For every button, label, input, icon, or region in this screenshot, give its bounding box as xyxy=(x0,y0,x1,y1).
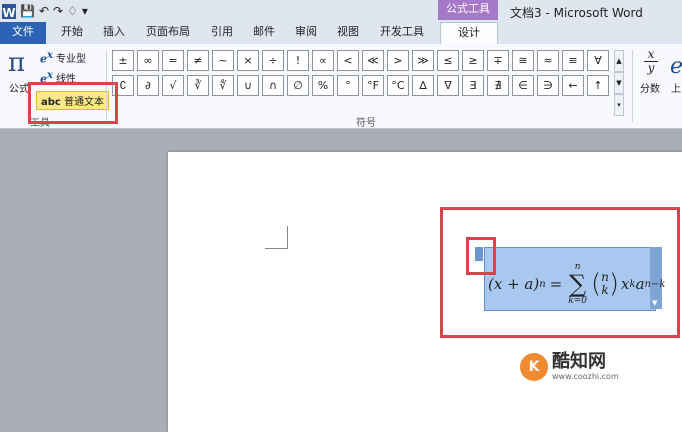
script-icon[interactable]: e xyxy=(670,54,682,79)
symbol-button[interactable]: ≫ xyxy=(412,50,434,71)
tab-file[interactable]: 文件 xyxy=(0,22,46,44)
customize-qat-icon[interactable]: ▾ xyxy=(82,2,88,20)
symbols-gallery: ± ∞ = ≠ ~ × ÷! ∝ < ≪ > ≫ ≤ ≥ ∓ ≅ ≈ ≡ ∀ ∁ ∂ √ ∛ ∜ ∪ ∩ ∅% ° °F °C ∆ ∇ ∃ ∄ ∈ ∋… xyxy=(112,50,634,97)
symbol-button[interactable]: ∪ xyxy=(237,75,259,96)
document-title: 文档3 - Microsoft Word xyxy=(510,6,643,20)
symbol-button[interactable]: ∓ xyxy=(487,50,509,71)
tab-view[interactable]: 视图 xyxy=(332,22,364,44)
highlight-normal-text xyxy=(28,82,118,124)
symbol-button[interactable]: × xyxy=(237,50,259,71)
margin-corner-mark xyxy=(265,226,288,249)
save-icon[interactable]: 💾 xyxy=(20,2,35,20)
professional-format-icon: ex xyxy=(40,50,53,66)
symbol-button[interactable]: ≤ xyxy=(437,50,459,71)
fraction-numerator: x xyxy=(647,47,655,61)
symbol-button[interactable]: ∩ xyxy=(262,75,284,96)
symbol-button[interactable]: °F xyxy=(362,75,384,96)
symbol-button[interactable]: ← xyxy=(562,75,584,96)
tab-references[interactable]: 引用 xyxy=(206,22,238,44)
professional-button[interactable]: ex 专业型 xyxy=(40,50,86,66)
symbol-button[interactable]: °C xyxy=(387,75,409,96)
ribbon-tabs: 文件 开始 插入 页面布局 引用 邮件 审阅 视图 开发工具 设计 xyxy=(0,22,682,46)
fraction-label[interactable]: 分数 xyxy=(640,80,660,95)
watermark-title: 酷知网 xyxy=(552,351,606,372)
symbol-button[interactable]: ∅ xyxy=(287,75,309,96)
context-tab-equation-tools: 公式工具 xyxy=(438,0,498,20)
gallery-more-icon[interactable]: ▾ xyxy=(614,94,624,116)
tab-home[interactable]: 开始 xyxy=(56,22,88,44)
symbol-button[interactable]: = xyxy=(162,50,184,71)
symbol-button[interactable]: ≈ xyxy=(537,50,559,71)
symbol-button[interactable]: ∂ xyxy=(137,75,159,96)
professional-label: 专业型 xyxy=(55,54,86,66)
group-divider xyxy=(632,50,633,122)
symbols-group-label: 符号 xyxy=(356,118,376,129)
symbol-button[interactable]: ∞ xyxy=(137,50,159,71)
title-bar: W 💾 ↶ ↷ ♢ ▾ 公式工具 文档3 - Microsoft Word xyxy=(0,0,682,22)
symbol-button[interactable]: ~ xyxy=(212,50,234,71)
symbol-button[interactable]: > xyxy=(387,50,409,71)
symbol-button[interactable]: ∆ xyxy=(412,75,434,96)
symbol-button[interactable]: ∝ xyxy=(312,50,334,71)
tab-review[interactable]: 审阅 xyxy=(290,22,322,44)
word-logo-icon[interactable]: W xyxy=(2,3,16,20)
symbol-button[interactable]: ° xyxy=(337,75,359,96)
format-painter-icon[interactable]: ♢ xyxy=(67,2,78,20)
tab-design[interactable]: 设计 xyxy=(440,22,498,46)
highlight-handle xyxy=(466,237,496,275)
redo-icon[interactable]: ↷ xyxy=(53,2,63,20)
symbol-button[interactable]: ! xyxy=(287,50,309,71)
symbol-button[interactable]: ≡ xyxy=(562,50,584,71)
symbol-button[interactable]: ∈ xyxy=(512,75,534,96)
symbol-button[interactable]: % xyxy=(312,75,334,96)
script-label[interactable]: 上 xyxy=(671,80,681,95)
fraction-icon[interactable]: x y xyxy=(644,48,658,75)
symbol-button[interactable]: ∇ xyxy=(437,75,459,96)
symbol-button[interactable]: ± xyxy=(112,50,134,71)
symbol-button[interactable]: ≠ xyxy=(187,50,209,71)
symbol-button[interactable]: < xyxy=(337,50,359,71)
symbol-button[interactable]: ∃ xyxy=(462,75,484,96)
symbol-button[interactable]: ↑ xyxy=(587,75,609,96)
symbol-button[interactable]: ∛ xyxy=(187,75,209,96)
symbol-button[interactable]: ≪ xyxy=(362,50,384,71)
tab-page-layout[interactable]: 页面布局 xyxy=(140,22,196,44)
scroll-up-icon[interactable]: ▲ xyxy=(614,50,624,72)
symbol-button[interactable]: ≅ xyxy=(512,50,534,71)
equation-button-label[interactable]: 公式 xyxy=(9,80,29,95)
tab-mailings[interactable]: 邮件 xyxy=(248,22,280,44)
watermark-logo-icon: K xyxy=(520,352,548,381)
tab-insert[interactable]: 插入 xyxy=(98,22,130,44)
symbol-button[interactable]: ∋ xyxy=(537,75,559,96)
undo-icon[interactable]: ↶ xyxy=(39,2,49,20)
symbol-button[interactable]: ∜ xyxy=(212,75,234,96)
tab-developer[interactable]: 开发工具 xyxy=(374,22,430,44)
symbol-button[interactable]: ∄ xyxy=(487,75,509,96)
watermark: K 酷知网 www.coozhi.com xyxy=(520,352,619,381)
symbol-button[interactable]: √ xyxy=(162,75,184,96)
symbol-button[interactable]: ≥ xyxy=(462,50,484,71)
symbol-button[interactable]: ∀ xyxy=(587,50,609,71)
quick-access-toolbar: W 💾 ↶ ↷ ♢ ▾ xyxy=(2,2,88,20)
scroll-down-icon[interactable]: ▼ xyxy=(614,72,624,94)
fraction-denominator: y xyxy=(644,61,658,75)
symbols-scroll[interactable]: ▲ ▼ ▾ xyxy=(614,50,624,116)
equation-pi-icon[interactable]: π xyxy=(8,48,25,78)
watermark-url: www.coozhi.com xyxy=(552,372,619,381)
symbol-button[interactable]: ÷ xyxy=(262,50,284,71)
